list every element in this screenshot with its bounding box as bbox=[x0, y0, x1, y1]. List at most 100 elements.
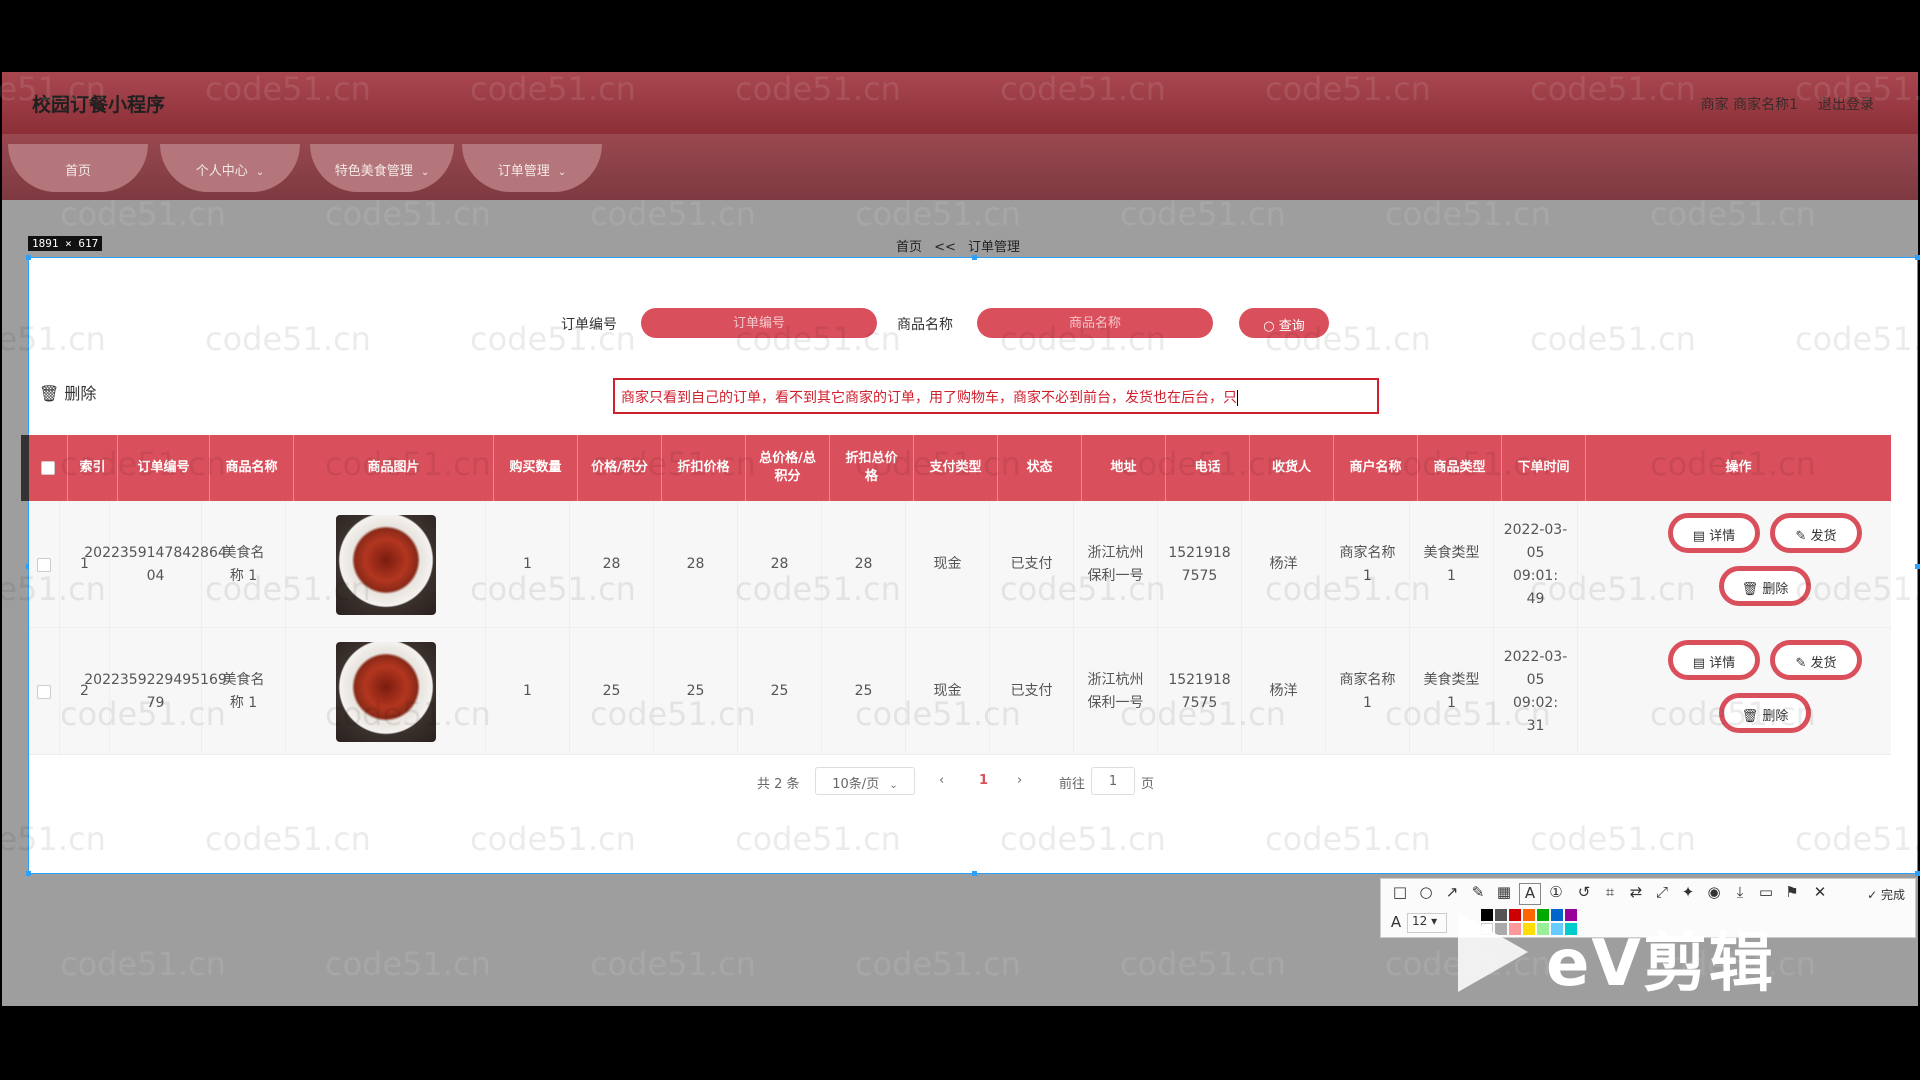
pager-total: 共 2 条 bbox=[757, 777, 800, 792]
cell-quantity: 1 bbox=[486, 628, 570, 755]
cell-total: 25 bbox=[738, 628, 822, 755]
header-category: 商品类型 bbox=[1418, 435, 1502, 501]
delete-button[interactable]: 🗑 删除 bbox=[1719, 566, 1811, 606]
table-header: 索引 订单编号 商品名称 商品图片 购买数量 价格/积分 折扣价格 总价格/总积… bbox=[21, 435, 1891, 501]
next-page-button[interactable]: › bbox=[1017, 773, 1022, 788]
page-size-select[interactable]: 10条/页 ⌄ bbox=[815, 767, 915, 795]
cell-order-no: 2022359229495169 79 bbox=[84, 628, 227, 755]
cell-price: 28 bbox=[570, 501, 654, 628]
nav-item-order-management[interactable]: 订单管理 ⌄ bbox=[462, 144, 602, 192]
cell-price: 25 bbox=[570, 628, 654, 755]
ship-button[interactable]: ✎ 发货 bbox=[1770, 513, 1862, 553]
cell-ops: ▤ 详情 ✎ 发货 🗑 删除 bbox=[1578, 501, 1883, 628]
done-button[interactable]: ✓ 完成 bbox=[1867, 886, 1905, 903]
ocr-icon[interactable]: ⌗ bbox=[1599, 883, 1621, 905]
cell-product-image bbox=[286, 628, 486, 755]
selection-handle[interactable] bbox=[1915, 255, 1920, 260]
cell-order-time: 2022-03- 05 09:02: 31 bbox=[1494, 628, 1578, 755]
detail-button[interactable]: ▤ 详情 bbox=[1668, 513, 1760, 553]
number-tool-icon[interactable]: ① bbox=[1545, 883, 1567, 905]
nav-item-home[interactable]: 首页 bbox=[8, 144, 148, 192]
delete-label: 删除 bbox=[1762, 709, 1789, 724]
cell-pay-type: 现金 bbox=[906, 501, 990, 628]
logout-link[interactable]: 退出登录 bbox=[1818, 94, 1874, 114]
detail-button[interactable]: ▤ 详情 bbox=[1668, 640, 1760, 680]
batch-delete-button[interactable]: 🗑 删除 bbox=[39, 380, 96, 404]
selection-handle[interactable] bbox=[1915, 871, 1920, 876]
batch-delete-label: 删除 bbox=[64, 384, 97, 403]
ev-editor-logo: eV剪辑 bbox=[1458, 904, 1818, 1004]
header-receiver: 收货人 bbox=[1250, 435, 1334, 501]
detail-label: 详情 bbox=[1709, 656, 1736, 671]
scroll-capture-icon[interactable]: ⤢ bbox=[1651, 883, 1673, 905]
order-no-label: 订单编号 bbox=[561, 317, 617, 333]
nav-label: 首页 bbox=[64, 164, 91, 179]
product-name-input[interactable] bbox=[977, 308, 1213, 338]
header-merchant: 商户名称 bbox=[1334, 435, 1418, 501]
food-image[interactable] bbox=[335, 641, 436, 742]
prev-page-button[interactable]: ‹ bbox=[939, 773, 944, 788]
select-all-checkbox[interactable] bbox=[41, 461, 55, 475]
mosaic-tool-icon[interactable]: ▦ bbox=[1493, 883, 1515, 905]
top-bar: 校园订餐小程序 商家 商家名称1 退出登录 bbox=[2, 72, 1918, 134]
selection-handle[interactable] bbox=[1915, 564, 1920, 569]
cell-address: 浙江杭州 保利一号 bbox=[1074, 501, 1158, 628]
delete-button[interactable]: 🗑 删除 bbox=[1719, 693, 1811, 733]
selection-handle[interactable] bbox=[26, 255, 31, 260]
row-checkbox[interactable] bbox=[37, 557, 51, 572]
nav-label: 个人中心 bbox=[195, 164, 248, 179]
header-select-all[interactable] bbox=[29, 435, 68, 501]
arrow-tool-icon[interactable]: ↗ bbox=[1441, 883, 1463, 905]
row-select[interactable] bbox=[29, 628, 60, 755]
breadcrumb-home[interactable]: 首页 bbox=[896, 240, 922, 255]
goto-page-input[interactable] bbox=[1091, 767, 1135, 795]
record-icon[interactable]: ◉ bbox=[1703, 883, 1725, 905]
video-frame: 校园订餐小程序 商家 商家名称1 退出登录 首页 个人中心 ⌄ 特色美食管理 ⌄ 订… bbox=[0, 0, 1920, 1080]
header-status: 状态 bbox=[998, 435, 1082, 501]
order-table: 索引 订单编号 商品名称 商品图片 购买数量 价格/积分 折扣价格 总价格/总积… bbox=[21, 435, 1891, 755]
ship-button[interactable]: ✎ 发货 bbox=[1770, 640, 1862, 680]
pen-tool-icon[interactable]: ✎ bbox=[1467, 883, 1489, 905]
rectangle-tool-icon[interactable]: □ bbox=[1389, 883, 1411, 905]
query-button[interactable]: ○ 查询 bbox=[1239, 308, 1329, 338]
bookmark-icon[interactable]: ⚑ bbox=[1781, 883, 1803, 905]
download-icon[interactable]: ⤓ bbox=[1729, 883, 1751, 905]
selection-handle[interactable] bbox=[972, 871, 977, 876]
selection-handle[interactable] bbox=[972, 255, 977, 260]
row-select[interactable] bbox=[29, 501, 60, 628]
cell-receiver: 杨洋 bbox=[1242, 501, 1326, 628]
selection-handle[interactable] bbox=[26, 871, 31, 876]
header-product-name: 商品名称 bbox=[210, 435, 294, 501]
nav-item-food-management[interactable]: 特色美食管理 ⌄ bbox=[310, 144, 454, 192]
capture-size-label: 1891 × 617 bbox=[28, 236, 103, 251]
cell-discount-total: 28 bbox=[822, 501, 906, 628]
annotation-text-box[interactable]: 商家只看到自己的订单，看不到其它商家的订单，用了购物车，商家不必到前台，发货也在… bbox=[613, 378, 1379, 414]
order-no-input[interactable] bbox=[641, 308, 877, 338]
cell-merchant: 商家名称 1 bbox=[1326, 628, 1410, 755]
current-page[interactable]: 1 bbox=[979, 773, 988, 788]
font-size-value: 12 bbox=[1412, 914, 1428, 928]
page-suffix: 页 bbox=[1141, 777, 1155, 792]
nav-item-personal-center[interactable]: 个人中心 ⌄ bbox=[160, 144, 300, 192]
save-icon[interactable]: ▭ bbox=[1755, 883, 1777, 905]
cell-product-image bbox=[286, 501, 486, 628]
pin-icon[interactable]: ✦ bbox=[1677, 883, 1699, 905]
cell-order-time: 2022-03- 05 09:01: 49 bbox=[1494, 501, 1578, 628]
header-discount-price: 折扣价格 bbox=[662, 435, 746, 501]
ellipse-tool-icon[interactable]: ○ bbox=[1415, 883, 1437, 905]
food-image[interactable] bbox=[335, 514, 436, 615]
cell-phone: 1521918 7575 bbox=[1158, 628, 1242, 755]
row-checkbox[interactable] bbox=[37, 684, 51, 699]
document-icon: ▤ bbox=[1692, 656, 1706, 671]
cell-ops: ▤ 详情 ✎ 发货 🗑 删除 bbox=[1578, 628, 1883, 755]
breadcrumb: 首页 << 订单管理 bbox=[0, 236, 1916, 255]
close-icon[interactable]: ✕ bbox=[1809, 883, 1831, 905]
cell-quantity: 1 bbox=[486, 501, 570, 628]
translate-icon[interactable]: ⇄ bbox=[1625, 883, 1647, 905]
header-pay-type: 支付类型 bbox=[914, 435, 998, 501]
font-size-select[interactable]: 12 ▾ bbox=[1407, 913, 1447, 933]
undo-icon[interactable]: ↺ bbox=[1573, 883, 1595, 905]
search-form: 订单编号 商品名称 ○ 查询 bbox=[29, 308, 1917, 338]
text-tool-icon[interactable]: A bbox=[1519, 883, 1541, 905]
cell-address: 浙江杭州 保利一号 bbox=[1074, 628, 1158, 755]
